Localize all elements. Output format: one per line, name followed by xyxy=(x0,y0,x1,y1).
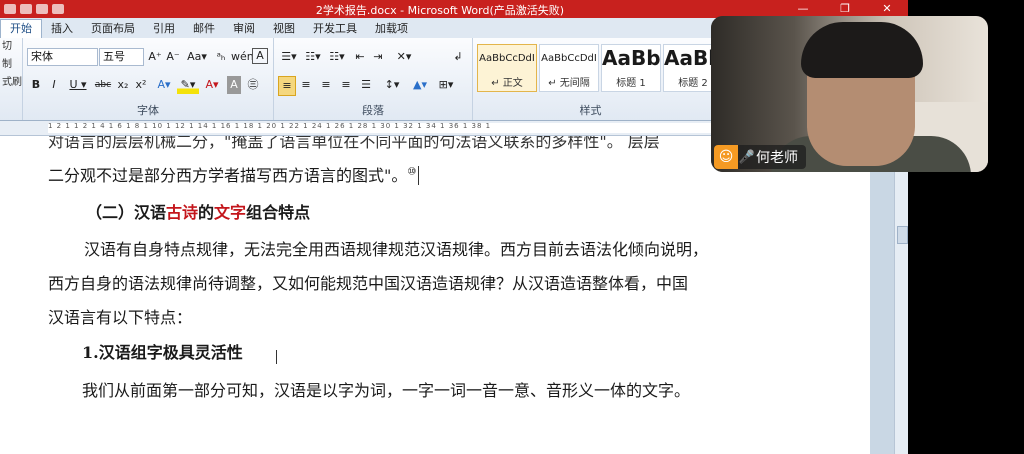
align-center-button[interactable]: ≡ xyxy=(298,76,314,94)
cut-button[interactable]: 切 xyxy=(0,38,22,56)
paragraph-line: 汉语言有以下特点： xyxy=(48,308,193,327)
paragraph-line: 西方自身的语法规律尚待调整，又如何能规范中国汉语造语规律？从汉语造语整体看，中国 xyxy=(48,274,689,293)
tab-view[interactable]: 视图 xyxy=(264,20,304,38)
save-icon[interactable] xyxy=(4,4,16,14)
phonetic-guide-button[interactable]: wén xyxy=(231,48,254,66)
style-heading-1[interactable]: AaBb 标题 1 xyxy=(601,44,661,92)
quick-access-toolbar xyxy=(0,0,64,18)
scrollbar-thumb[interactable] xyxy=(897,226,908,244)
ruler-ticks: 1 2 1 1 2 1 4 1 6 1 8 1 10 1 12 1 14 1 1… xyxy=(48,122,492,130)
style-preview: AaBb xyxy=(602,46,661,70)
style-preview: AaBbCcDdI xyxy=(479,53,535,64)
italic-button[interactable]: I xyxy=(47,76,61,94)
bullets-button[interactable]: ☰▾ xyxy=(278,48,300,66)
document-page[interactable]: 对语言的层层机械二分，"掩盖了语言单位在不同平面的句法语义联系的多样性"。 层层… xyxy=(0,136,870,454)
grow-font-button[interactable]: A⁺ xyxy=(147,48,163,66)
style-normal[interactable]: AaBbCcDdI ↵ 正文 xyxy=(477,44,537,92)
borders-button[interactable]: ⊞▾ xyxy=(434,76,458,94)
superscript-button[interactable]: x² xyxy=(133,76,149,94)
bold-button[interactable]: B xyxy=(29,76,43,94)
font-group-label: 字体 xyxy=(137,104,159,117)
window-title: 2学术报告.docx - Microsoft Word(产品激活失败) xyxy=(315,4,565,17)
heading-red-part: 古诗 xyxy=(166,203,199,222)
document-area: 对语言的层层机械二分，"掩盖了语言单位在不同平面的句法语义联系的多样性"。 层层… xyxy=(0,136,870,454)
font-size-combo[interactable]: 五号 xyxy=(99,48,144,66)
tab-review[interactable]: 审阅 xyxy=(224,20,264,38)
subscript-button[interactable]: x₂ xyxy=(115,76,131,94)
highlight-button[interactable]: ✎▾ xyxy=(177,76,199,94)
copy-button[interactable]: 制 xyxy=(0,56,22,74)
tab-references[interactable]: 引用 xyxy=(144,20,184,38)
style-preview: AaBbCcDdI xyxy=(541,53,597,64)
justify-button[interactable]: ≡ xyxy=(338,76,354,94)
subsection-heading: 1.汉语组字极具灵活性 xyxy=(82,343,243,362)
numbering-button[interactable]: ☷▾ xyxy=(302,48,324,66)
char-border-button[interactable]: A xyxy=(252,48,268,64)
redo-icon[interactable] xyxy=(36,4,48,14)
partial-line: 对语言的层层机械二分，"掩盖了语言单位在不同平面的句法语义联系的多样性"。 层层 xyxy=(48,136,660,151)
enclose-char-button[interactable]: ㊂ xyxy=(245,76,261,94)
align-right-button[interactable]: ≡ xyxy=(318,76,334,94)
microphone-icon: 🎤 xyxy=(738,149,756,165)
footnote-mark: ⑩ xyxy=(407,166,417,178)
vertical-scrollbar[interactable] xyxy=(894,136,908,454)
text-run: 二分观不过是部分西方学者描写西方语言的图式"。 xyxy=(48,166,408,185)
heading-part: 的 xyxy=(198,203,215,222)
section-heading: （二）汉语古诗的文字组合特点 xyxy=(86,199,310,223)
paragraph-group: ☰▾ ☷▾ ☷▾ ⇤ ⇥ ✕▾ ↲ ≡ ≡ ≡ ≡ ☰ ↕▾ ▲▾ ⊞▾ 段落 xyxy=(274,38,473,120)
align-left-button[interactable]: ≡ xyxy=(278,76,296,96)
font-group: 宋体 五号 A⁺ A⁻ Aa▾ ᵃₕ wén A B I U ▾ abc x₂ … xyxy=(23,38,274,120)
tab-mailings[interactable]: 邮件 xyxy=(184,20,224,38)
heading-part: 组合特点 xyxy=(246,203,311,222)
decrease-indent-button[interactable]: ⇤ xyxy=(352,48,368,66)
format-icon[interactable] xyxy=(52,4,64,14)
speaker-badge: ☺ 🎤 何老师 xyxy=(714,145,806,169)
shrink-font-button[interactable]: A⁻ xyxy=(165,48,181,66)
distributed-button[interactable]: ☰ xyxy=(358,76,374,94)
char-shading-button[interactable]: A xyxy=(227,76,241,94)
clipboard-group: 切 制 式刷 xyxy=(0,38,23,120)
page-margin xyxy=(870,136,894,454)
multilevel-list-button[interactable]: ☷▾ xyxy=(326,48,348,66)
strikethrough-button[interactable]: abc xyxy=(93,76,113,94)
tab-home[interactable]: 开始 xyxy=(0,19,42,38)
font-color-button[interactable]: A▾ xyxy=(201,76,223,94)
tab-addins[interactable]: 加载项 xyxy=(366,20,417,38)
clear-format-button[interactable]: ᵃₕ xyxy=(213,48,229,66)
show-marks-button[interactable]: ↲ xyxy=(450,48,466,66)
style-name: ↵ 无间隔 xyxy=(548,78,590,89)
paragraph-line: 二分观不过是部分西方学者描写西方语言的图式"。⑩ xyxy=(48,162,420,186)
person-icon: ☺ xyxy=(714,145,738,169)
shading-button[interactable]: ▲▾ xyxy=(408,76,432,94)
heading-red-part: 文字 xyxy=(214,203,247,222)
paragraph-group-label: 段落 xyxy=(362,104,384,117)
styles-group-label: 样式 xyxy=(579,104,602,117)
font-name-combo[interactable]: 宋体 xyxy=(27,48,98,66)
text-effects-button[interactable]: A▾ xyxy=(153,76,175,94)
text-cursor-icon xyxy=(276,350,283,364)
increase-indent-button[interactable]: ⇥ xyxy=(370,48,386,66)
undo-icon[interactable] xyxy=(20,4,32,14)
change-case-button[interactable]: Aa▾ xyxy=(186,48,208,66)
style-no-spacing[interactable]: AaBbCcDdI ↵ 无间隔 xyxy=(539,44,599,92)
chinese-layout-button[interactable]: ✕▾ xyxy=(392,48,416,66)
format-painter-button[interactable]: 式刷 xyxy=(0,74,22,92)
tab-page-layout[interactable]: 页面布局 xyxy=(82,20,144,38)
style-name: 标题 1 xyxy=(616,78,646,89)
underline-button[interactable]: U ▾ xyxy=(65,76,91,94)
paragraph-line: 汉语有自身特点规律，无法完全用西语规律规范汉语规律。西方目前去语法化倾向说明， xyxy=(84,240,709,259)
speaker-name: 何老师 xyxy=(756,150,798,166)
tab-insert[interactable]: 插入 xyxy=(42,20,82,38)
heading-part: （二）汉语 xyxy=(86,203,167,222)
paragraph-line: 我们从前面第一部分可知，汉语是以字为词，一字一词一音一意、音形义一体的文字。 xyxy=(82,381,691,400)
style-name: ↵ 正文 xyxy=(491,78,523,89)
tab-developer[interactable]: 开发工具 xyxy=(304,20,366,38)
line-spacing-button[interactable]: ↕▾ xyxy=(380,76,404,94)
